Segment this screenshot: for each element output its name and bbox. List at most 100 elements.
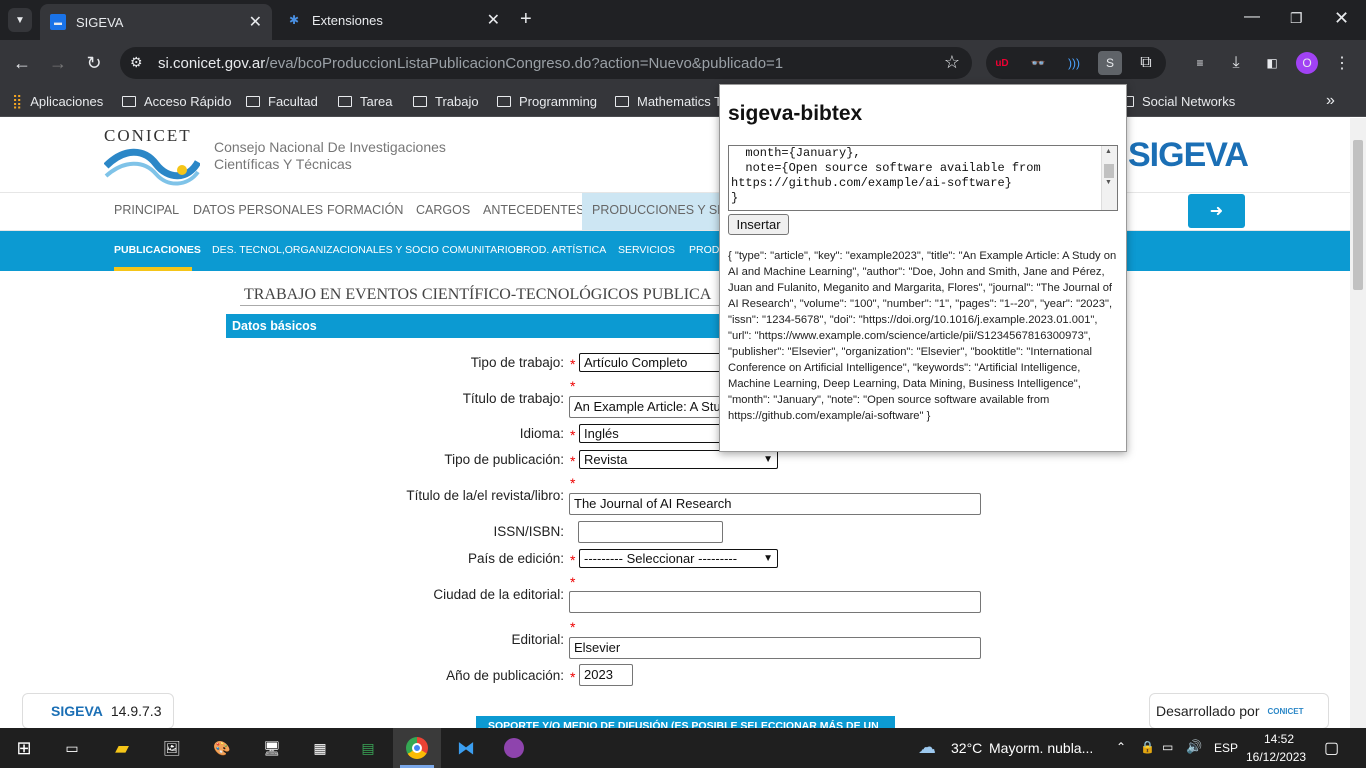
- site-info-icon[interactable]: ⚙: [130, 54, 143, 71]
- chevron-down-icon: ▼: [763, 454, 773, 465]
- weather-temp[interactable]: 32°C: [951, 740, 982, 756]
- scrollbar-thumb[interactable]: [1353, 140, 1363, 290]
- close-icon[interactable]: ✕: [487, 10, 500, 30]
- nav-antecedentes[interactable]: ANTECEDENTES: [483, 203, 584, 217]
- bookmark-folder[interactable]: Trabajo: [413, 91, 479, 111]
- issn-input[interactable]: [578, 521, 723, 543]
- subnav-des-tecnol[interactable]: DES. TECNOL,ORGANIZACIONALES Y SOCIO COM…: [212, 244, 523, 256]
- task-view-icon[interactable]: ▭: [58, 735, 86, 761]
- star-icon[interactable]: ☆: [944, 52, 960, 73]
- bookmark-apps[interactable]: ⣿ Aplicaciones: [12, 91, 103, 111]
- conicet-wave-logo: [104, 148, 200, 186]
- developed-by-badge: Desarrollado por CONICET: [1149, 693, 1329, 729]
- nav-formacion[interactable]: FORMACIÓN: [327, 203, 403, 217]
- file-explorer-icon[interactable]: ▰: [108, 735, 136, 761]
- json-output: { "type": "article", "key": "example2023…: [728, 250, 1117, 422]
- back-button[interactable]: ←: [10, 51, 34, 75]
- media-controls-icon[interactable]: ≡: [1188, 51, 1212, 75]
- weather-text[interactable]: Mayorm. nubla...: [989, 740, 1093, 756]
- vscode-icon[interactable]: ⧓: [452, 735, 480, 761]
- nav-cargos[interactable]: CARGOS: [416, 203, 470, 217]
- popup-title: sigeva-bibtex: [728, 102, 863, 125]
- nav-principal[interactable]: PRINCIPAL: [114, 203, 179, 217]
- windows-start-icon[interactable]: ⊞: [10, 735, 38, 761]
- bookmark-folder[interactable]: Acceso Rápido: [122, 91, 231, 111]
- tab-sigeva[interactable]: ▬ SIGEVA ✕: [40, 4, 272, 40]
- tray-chevron-icon[interactable]: ⌃: [1116, 740, 1126, 754]
- label-pais: País de edición:: [467, 551, 564, 566]
- restore-button[interactable]: ❐: [1290, 10, 1303, 27]
- tab-search-button[interactable]: ▼: [8, 8, 32, 32]
- bookmark-folder[interactable]: Tarea: [338, 91, 393, 111]
- soporte-section-header: SOPORTE Y/O MEDIO DE DIFUSIÓN (ES POSIBL…: [476, 716, 895, 728]
- tipo-trabajo-select[interactable]: Artículo Completo: [579, 353, 729, 372]
- notification-icon[interactable]: ▢: [1324, 738, 1339, 758]
- tipo-publicacion-select[interactable]: Revista ▼: [579, 450, 778, 469]
- tab-extensiones[interactable]: ✱ Extensiones ✕: [278, 0, 510, 40]
- bookmark-folder[interactable]: Facultad: [246, 91, 318, 111]
- sigeva-extension-button[interactable]: S: [1098, 51, 1122, 75]
- bookmark-folder[interactable]: Social Networks: [1120, 91, 1235, 111]
- menu-icon[interactable]: ⋮: [1330, 51, 1354, 75]
- anio-input[interactable]: 2023: [579, 664, 633, 686]
- spreadsheet-icon[interactable]: ▤: [354, 735, 382, 761]
- spy-glasses-icon[interactable]: 👓: [1026, 51, 1050, 75]
- clock-time[interactable]: 14:52: [1264, 732, 1294, 746]
- folder-icon: [338, 95, 352, 107]
- network-icon[interactable]: ▭: [1162, 740, 1173, 754]
- idioma-select[interactable]: Inglés: [579, 424, 729, 443]
- bookmark-folder[interactable]: Programming: [497, 91, 597, 111]
- bibtex-textarea[interactable]: month={January}, note={Open source softw…: [728, 145, 1118, 211]
- sigeva-logo: SIGEVA: [1128, 136, 1249, 174]
- lock-icon: 🔒: [1140, 740, 1155, 754]
- download-icon[interactable]: ⤓: [1224, 51, 1248, 75]
- folder-icon: [413, 95, 427, 107]
- version-badge: SIGEVA 14.9.7.3: [22, 693, 174, 729]
- subnav-prod-artistica[interactable]: PROD. ARTÍSTICA: [516, 244, 606, 256]
- new-tab-button[interactable]: +: [520, 8, 532, 31]
- bookmark-folder[interactable]: Mathematics To: [615, 91, 728, 111]
- page-title: TRABAJO EN EVENTOS CIENTÍFICO-TECNOLÓGIC…: [244, 286, 712, 303]
- apps-grid-icon: ⣿: [12, 92, 23, 109]
- bookmarks-overflow-icon[interactable]: »: [1326, 91, 1335, 111]
- network-app-icon[interactable]: 🖥: [258, 735, 286, 761]
- insert-button[interactable]: Insertar: [728, 214, 789, 235]
- editorial-input[interactable]: Elsevier: [569, 637, 981, 659]
- textarea-scrollbar[interactable]: ▲ ▼: [1101, 146, 1117, 210]
- language-indicator[interactable]: ESP: [1214, 741, 1238, 755]
- titulo-trabajo-input[interactable]: An Example Article: A Stu: [569, 396, 729, 418]
- close-icon[interactable]: ✕: [249, 12, 262, 32]
- label-titulo-revista: Título de la/el revista/libro:: [406, 488, 564, 503]
- chrome-icon[interactable]: [403, 735, 431, 761]
- github-icon[interactable]: [500, 735, 528, 761]
- clock-date[interactable]: 16/12/2023: [1246, 750, 1306, 764]
- logout-button[interactable]: ➜: [1188, 194, 1245, 228]
- side-panel-icon[interactable]: ◧: [1260, 51, 1284, 75]
- volume-icon[interactable]: 🔊: [1186, 739, 1202, 755]
- reload-button[interactable]: ↻: [82, 51, 106, 75]
- label-tipo-trabajo: Tipo de trabajo:: [470, 355, 564, 370]
- pais-select[interactable]: --------- Seleccionar --------- ▼: [579, 549, 778, 568]
- address-bar[interactable]: ⚙ si.conicet.gov.ar/eva/bcoProduccionLis…: [120, 47, 972, 79]
- ciudad-input[interactable]: [569, 591, 981, 613]
- subnav-prod[interactable]: PROD.: [689, 244, 722, 256]
- subnav-servicios[interactable]: SERVICIOS: [618, 244, 675, 256]
- extensions-puzzle-icon[interactable]: ⧉: [1134, 51, 1158, 75]
- tab-title: SIGEVA: [76, 14, 124, 30]
- required-mark: *: [570, 552, 576, 568]
- page-title-underline: [240, 305, 720, 306]
- minimize-button[interactable]: —: [1244, 8, 1260, 26]
- section-title: Datos básicos: [232, 319, 317, 333]
- forward-button[interactable]: →: [46, 51, 70, 75]
- ublock-icon[interactable]: uD: [990, 51, 1014, 75]
- nav-datos-personales[interactable]: DATOS PERSONALES: [193, 203, 323, 217]
- paint-app-icon[interactable]: 🎨: [208, 735, 236, 761]
- avatar[interactable]: O: [1296, 52, 1318, 74]
- conicet-small-logo: CONICET: [1267, 706, 1304, 716]
- calculator-icon[interactable]: ▦: [306, 735, 334, 761]
- titulo-revista-input[interactable]: The Journal of AI Research: [569, 493, 981, 515]
- subnav-publicaciones[interactable]: PUBLICACIONES: [114, 244, 201, 256]
- photo-app-icon[interactable]: 🖼: [158, 735, 186, 761]
- window-close-button[interactable]: ✕: [1334, 8, 1349, 29]
- wifi-extension-icon[interactable]: ))): [1062, 51, 1086, 75]
